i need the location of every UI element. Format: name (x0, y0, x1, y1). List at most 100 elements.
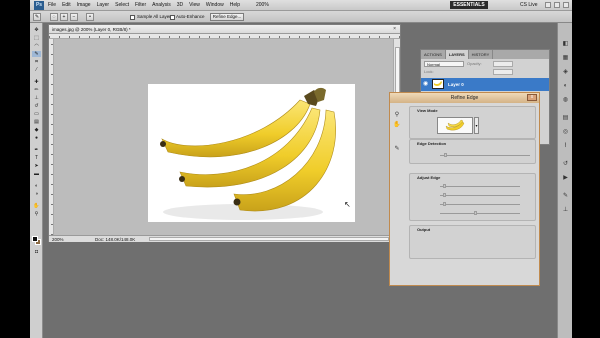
menu-edit[interactable]: Edit (62, 0, 71, 11)
marquee-tool-icon[interactable]: ⬚ (32, 35, 41, 41)
horizontal-scrollbar[interactable] (149, 237, 389, 241)
styles-panel-icon[interactable]: ◈ (561, 69, 570, 76)
type-tool-icon[interactable]: T (32, 155, 41, 161)
layer-name: Layer 0 (448, 82, 464, 87)
pen-tool-icon[interactable]: ✒ (32, 147, 41, 153)
eyedropper-tool-icon[interactable]: ⁄ (32, 67, 41, 73)
minimize-button[interactable] (545, 2, 551, 8)
history-panel-icon[interactable]: ↺ (561, 161, 570, 168)
adjustments-panel-icon[interactable]: ◐ (561, 83, 570, 90)
document-close-icon[interactable]: × (393, 26, 396, 33)
smooth-slider-knob[interactable] (443, 184, 446, 188)
channels-panel-icon[interactable]: ◎ (561, 129, 570, 136)
blur-tool-icon[interactable]: ◆ (32, 127, 41, 133)
menu-filter[interactable]: Filter (135, 0, 146, 11)
menu-items: File Edit Image Layer Select Filter Anal… (48, 0, 240, 11)
shift-edge-slider-knob[interactable] (474, 211, 477, 215)
dialog-close-button[interactable]: x (527, 94, 537, 101)
zoom-level[interactable]: 200% (256, 0, 269, 11)
menu-image[interactable]: Image (77, 0, 91, 11)
menu-select[interactable]: Select (115, 0, 129, 11)
layer-row[interactable]: ◉ Layer 0 (421, 78, 549, 91)
menu-bar: Ps File Edit Image Layer Select Filter A… (30, 0, 572, 11)
actions-panel-icon[interactable]: ▶ (561, 175, 570, 182)
sample-all-layers-checkbox[interactable] (130, 14, 135, 20)
radius-slider-track[interactable] (440, 155, 530, 156)
layers-panel-icon[interactable]: ▤ (561, 115, 570, 122)
menu-help[interactable]: Help (230, 0, 240, 11)
fill-field[interactable] (493, 69, 513, 75)
gradient-tool-icon[interactable]: ▤ (32, 119, 41, 125)
dialog-title[interactable]: Refine Edge (390, 93, 539, 103)
brush-tool-icon[interactable]: ✏ (32, 87, 41, 93)
contrast-slider-track[interactable] (440, 204, 520, 205)
feather-slider-knob[interactable] (443, 193, 446, 197)
refine-radius-brush-icon[interactable]: ✎ (392, 145, 402, 153)
maximize-button[interactable] (554, 2, 560, 8)
auto-enhance-checkbox[interactable] (170, 14, 175, 20)
document-tab[interactable]: images.jpg @ 200% (Layer 0, RGB/8) * × (49, 25, 400, 34)
zoom-icon[interactable]: ⚲ (392, 111, 402, 119)
crop-tool-icon[interactable]: ⌗ (32, 59, 41, 65)
clone-stamp-tool-icon[interactable]: ⊥ (32, 95, 41, 101)
feather-slider-track[interactable] (440, 195, 520, 196)
quick-mask-icon[interactable]: ◘ (32, 249, 41, 255)
contrast-slider-knob[interactable] (443, 202, 446, 206)
tools-panel: ✥ ⬚ ◠ ✎ ⌗ ⁄ ✚ ✏ ⊥ ↺ ▭ ▤ ◆ ● ✒ T ➤ ▬ ◐ ◑ … (30, 23, 43, 338)
adjust-edge-label: Adjust Edge (417, 175, 441, 180)
foreground-color-swatch[interactable] (32, 236, 38, 242)
path-selection-tool-icon[interactable]: ➤ (32, 163, 41, 169)
cs-live-button[interactable]: CS Live (520, 0, 538, 11)
eraser-tool-icon[interactable]: ▭ (32, 111, 41, 117)
dodge-tool-icon[interactable]: ● (32, 135, 41, 141)
view-mode-dropdown-icon[interactable]: ▾ (474, 117, 479, 134)
visibility-eye-icon[interactable]: ◉ (423, 81, 429, 87)
menu-view[interactable]: View (189, 0, 200, 11)
smooth-slider-track[interactable] (440, 186, 520, 187)
shape-tool-icon[interactable]: ▬ (32, 171, 41, 177)
healing-brush-tool-icon[interactable]: ✚ (32, 79, 41, 85)
clone-source-panel-icon[interactable]: ⊥ (561, 207, 570, 214)
close-window-button[interactable] (563, 2, 569, 8)
shift-edge-slider-track[interactable] (440, 213, 520, 214)
tab-layers[interactable]: LAYERS (445, 50, 469, 59)
swatches-panel-icon[interactable]: ▦ (561, 55, 570, 62)
quick-selection-tool-icon[interactable]: ✎ (33, 13, 41, 21)
view-mode-group: View Mode ▾ (409, 106, 536, 139)
new-selection-icon[interactable]: ◌ (50, 13, 58, 21)
tab-actions[interactable]: ACTIONS (421, 50, 446, 59)
brush-size-icon[interactable]: • (86, 13, 94, 21)
history-brush-tool-icon[interactable]: ↺ (32, 103, 41, 109)
radius-slider-knob[interactable] (444, 153, 447, 157)
3d-orbit-tool-icon[interactable]: ◑ (32, 191, 41, 197)
lasso-tool-icon[interactable]: ◠ (32, 43, 41, 49)
opacity-field[interactable] (493, 61, 513, 67)
masks-panel-icon[interactable]: ◍ (561, 97, 570, 104)
brushes-panel-icon[interactable]: ✎ (561, 193, 570, 200)
banana-image[interactable] (148, 84, 355, 222)
layer-thumbnail (432, 79, 444, 89)
3d-rotate-tool-icon[interactable]: ◐ (32, 183, 41, 189)
menu-file[interactable]: File (48, 0, 56, 11)
menu-analysis[interactable]: Analysis (152, 0, 171, 11)
menu-3d[interactable]: 3D (177, 0, 183, 11)
quick-selection-tool-icon[interactable]: ✎ (32, 51, 41, 57)
tab-history[interactable]: HISTORY (469, 50, 494, 59)
subtract-from-selection-icon[interactable]: − (70, 13, 78, 21)
paths-panel-icon[interactable]: ⌇ (561, 143, 570, 150)
hand-tool-icon[interactable]: ✋ (32, 203, 41, 209)
hand-icon[interactable]: ✋ (392, 121, 402, 129)
status-zoom[interactable]: 200% (52, 236, 64, 243)
workspace-switcher[interactable]: ESSENTIALS (450, 1, 488, 9)
menu-layer[interactable]: Layer (97, 0, 110, 11)
canvas-area[interactable] (54, 39, 393, 235)
add-to-selection-icon[interactable]: + (60, 13, 68, 21)
view-mode-banana-icon (445, 119, 465, 131)
move-tool-icon[interactable]: ✥ (32, 27, 41, 33)
blend-mode-select[interactable]: Normal (424, 61, 464, 67)
zoom-tool-icon[interactable]: ⚲ (32, 211, 41, 217)
menu-window[interactable]: Window (206, 0, 224, 11)
color-panel-icon[interactable]: ◧ (561, 41, 570, 48)
refine-edge-button[interactable]: Refine Edge... (210, 13, 244, 21)
view-mode-preview[interactable] (437, 117, 473, 134)
